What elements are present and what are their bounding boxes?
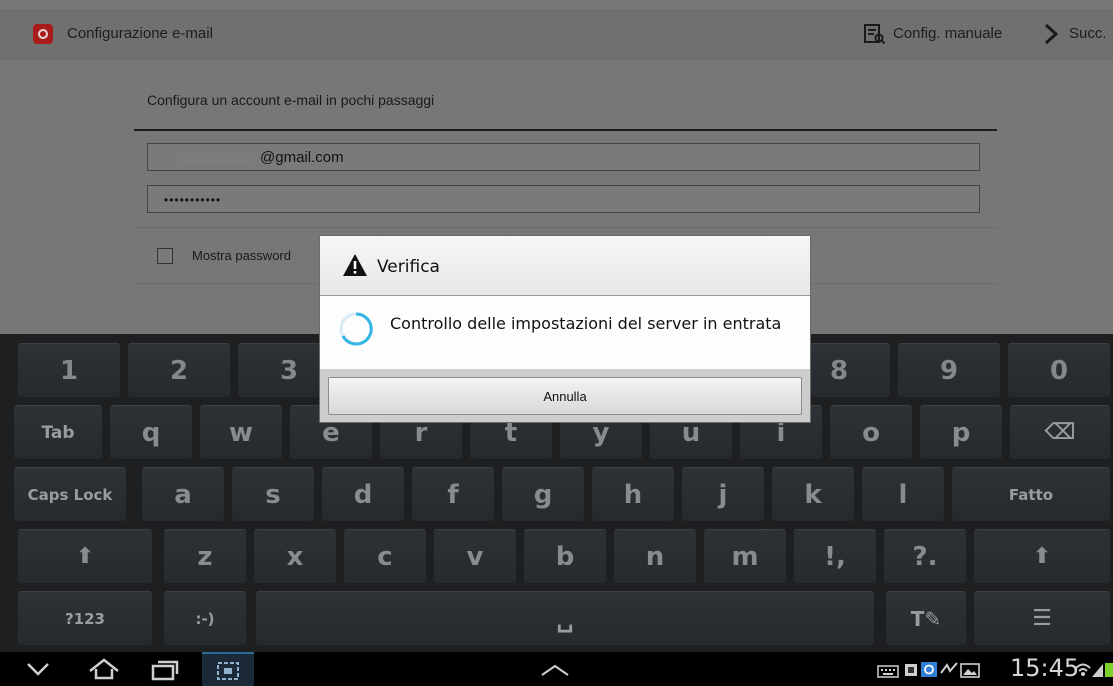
loading-spinner-icon	[339, 312, 373, 346]
key-z[interactable]: z	[164, 529, 246, 583]
usb-icon	[940, 662, 958, 674]
chevron-right-icon[interactable]	[1040, 22, 1062, 46]
dialog-message: Controllo delle impostazioni del server …	[390, 314, 782, 333]
next-button[interactable]: Succ.	[1069, 25, 1107, 42]
shift-left-key[interactable]: ⬆	[18, 529, 152, 583]
sync-icon	[921, 662, 937, 677]
key-s[interactable]: s	[232, 467, 314, 521]
password-value: •••••••••••	[164, 193, 222, 207]
show-password-label: Mostra password	[192, 248, 291, 263]
key-caps-lock[interactable]: Caps Lock	[14, 467, 126, 521]
recent-apps-icon[interactable]	[150, 658, 180, 682]
screen: Configurazione e-mail Config. manuale Su…	[0, 0, 1113, 686]
shift-right-key[interactable]: ⬆	[974, 529, 1110, 583]
home-icon[interactable]	[87, 657, 121, 681]
wifi-icon	[1075, 663, 1091, 676]
dialog-title-bar: Verifica	[320, 236, 810, 296]
key-n[interactable]: n	[614, 529, 696, 583]
status-clock: 15:45	[1010, 654, 1080, 682]
heading-divider	[134, 129, 997, 131]
key-tab[interactable]: Tab	[14, 405, 102, 459]
key-j[interactable]: j	[682, 467, 764, 521]
key-m[interactable]: m	[704, 529, 786, 583]
email-app-icon	[33, 24, 53, 44]
show-password-checkbox[interactable]	[157, 248, 173, 264]
email-redacted	[178, 151, 254, 164]
manual-setup-icon[interactable]	[862, 22, 886, 46]
up-chevron-icon[interactable]	[538, 662, 572, 678]
divider	[134, 227, 997, 228]
key-c[interactable]: c	[344, 529, 426, 583]
key-h[interactable]: h	[592, 467, 674, 521]
key-9[interactable]: 9	[898, 343, 1000, 397]
warning-icon	[343, 254, 367, 276]
shift-icon: ⬆	[75, 544, 95, 569]
dialog-footer: Annulla	[320, 369, 810, 422]
handwriting-key[interactable]: T✎	[886, 591, 966, 645]
setup-heading: Configura un account e-mail in pochi pas…	[147, 92, 435, 108]
key-b[interactable]: b	[524, 529, 606, 583]
backspace-icon: ⌫	[1044, 420, 1076, 445]
key-g[interactable]: g	[502, 467, 584, 521]
verify-dialog: Verifica Controllo delle impostazioni de…	[320, 236, 810, 422]
space-key[interactable]: ␣	[256, 591, 874, 645]
key-v[interactable]: v	[434, 529, 516, 583]
dialog-title: Verifica	[377, 257, 440, 277]
action-bar: Configurazione e-mail Config. manuale Su…	[0, 9, 1113, 60]
signal-icon	[1092, 664, 1103, 677]
key-q[interactable]: q	[110, 405, 192, 459]
key-0[interactable]: 0	[1008, 343, 1110, 397]
image-icon	[960, 663, 980, 678]
backspace-key[interactable]: ⌫	[1010, 405, 1110, 459]
key-k[interactable]: k	[772, 467, 854, 521]
done-key[interactable]: Fatto	[952, 467, 1110, 521]
key-l[interactable]: l	[862, 467, 944, 521]
key-d[interactable]: d	[322, 467, 404, 521]
key-p[interactable]: p	[920, 405, 1002, 459]
password-field[interactable]: •••••••••••	[147, 185, 980, 213]
back-icon[interactable]	[25, 660, 51, 678]
key-w[interactable]: w	[200, 405, 282, 459]
screenshot-icon	[217, 662, 239, 680]
email-field[interactable]: @gmail.com	[147, 143, 980, 171]
clipboard-key[interactable]: ☰	[974, 591, 1110, 645]
app-title: Configurazione e-mail	[67, 25, 213, 42]
clipboard-icon: ☰	[1032, 606, 1052, 631]
battery-icon	[1105, 663, 1113, 677]
key-f[interactable]: f	[412, 467, 494, 521]
space-icon: ␣	[556, 604, 574, 633]
email-value: @gmail.com	[260, 149, 344, 166]
key-a[interactable]: a	[142, 467, 224, 521]
screenshot-button[interactable]	[202, 652, 254, 686]
key-2[interactable]: 2	[128, 343, 230, 397]
notification-icon	[905, 664, 917, 676]
key-question-period[interactable]: ?.	[884, 529, 966, 583]
dialog-body: Controllo delle impostazioni del server …	[320, 296, 810, 369]
shift-icon: ⬆	[1032, 544, 1052, 569]
symbols-key[interactable]: ?123	[18, 591, 152, 645]
handwriting-icon: T✎	[910, 606, 942, 631]
key-o[interactable]: o	[830, 405, 912, 459]
key-x[interactable]: x	[254, 529, 336, 583]
cancel-button[interactable]: Annulla	[328, 377, 802, 415]
emoticon-key[interactable]: :-)	[164, 591, 246, 645]
keyboard-icon	[877, 665, 899, 678]
key-1[interactable]: 1	[18, 343, 120, 397]
manual-setup-button[interactable]: Config. manuale	[893, 25, 1002, 42]
key-exclaim-comma[interactable]: !,	[794, 529, 876, 583]
